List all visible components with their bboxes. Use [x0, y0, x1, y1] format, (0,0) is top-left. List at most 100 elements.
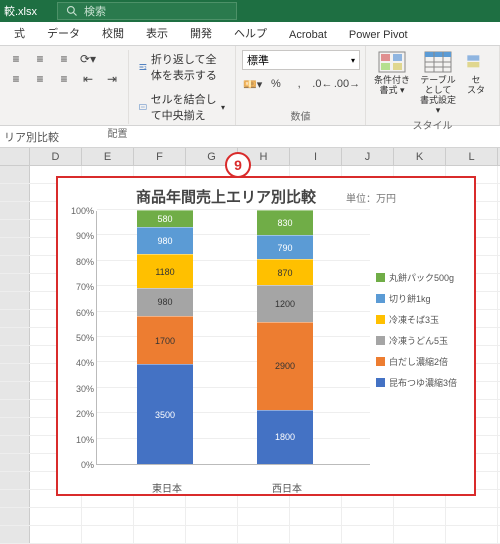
legend-item: 冷凍うどん5玉 [376, 334, 468, 347]
chart-plot-area: 東日本西日本 350017009801180980580180029001200… [96, 211, 370, 465]
conditional-format-button[interactable]: 条件付き 書式 ▾ [372, 50, 412, 116]
chevron-down-icon: ▾ [351, 56, 355, 65]
col-header[interactable]: L [446, 148, 498, 165]
align-right-button[interactable]: ≡ [54, 70, 74, 88]
ribbon-tabs: 式 データ 校閲 表示 開発 ヘルプ Acrobat Power Pivot [0, 22, 500, 46]
decrease-decimal-button[interactable]: .00→ [335, 74, 359, 94]
tab-acrobat[interactable]: Acrobat [279, 25, 337, 45]
align-left-button[interactable]: ≡ [6, 70, 26, 88]
format-as-table-button[interactable]: テーブルとして 書式設定 ▾ [418, 50, 458, 116]
indent-decrease-button[interactable]: ⇤ [78, 70, 98, 88]
chevron-down-icon: ▾ [221, 103, 225, 112]
chart-segment: 3500 [137, 364, 193, 464]
tab-help[interactable]: ヘルプ [224, 21, 277, 45]
align-bottom-button[interactable]: ≡ [54, 50, 74, 68]
styles-group: 条件付き 書式 ▾ テーブルとして 書式設定 ▾ セ スタ スタイル [366, 46, 500, 125]
chart-object[interactable]: 商品年間売上エリア別比較 単位：万円 0%10%20%30%40%50%60%7… [56, 176, 476, 496]
col-header[interactable]: D [30, 148, 82, 165]
ribbon: ≡ ≡ ≡ ≡ ≡ ≡ ⟳▾ ⇤ ⇥ [0, 46, 500, 126]
chart-segment: 2900 [257, 322, 313, 410]
search-placeholder: 検索 [84, 3, 106, 19]
legend-swatch [376, 315, 385, 324]
legend-item: 昆布つゆ濃縮3倍 [376, 376, 468, 389]
legend-item: 切り餅1kg [376, 292, 468, 305]
y-tick: 30% [76, 384, 94, 394]
legend-label: 冷凍そば3玉 [389, 313, 439, 326]
legend-swatch [376, 273, 385, 282]
y-tick: 0% [81, 460, 94, 470]
title-bar: 較.xlsx 検索 [0, 0, 500, 22]
comma-button[interactable]: , [289, 74, 310, 94]
legend-swatch [376, 294, 385, 303]
chart-bar: 350017009801180980580 [137, 210, 193, 464]
y-tick: 40% [76, 358, 94, 368]
y-tick: 70% [76, 282, 94, 292]
merge-center-button[interactable]: セルを結合して中央揃え ▾ [135, 90, 229, 124]
worksheet-grid[interactable]: 9 商品年間売上エリア別比較 単位：万円 0%10%20%30%40%50%60… [0, 166, 500, 542]
orientation-button[interactable]: ⟳▾ [78, 50, 98, 68]
align-top-button[interactable]: ≡ [6, 50, 26, 68]
number-group-label: 数値 [242, 107, 359, 124]
search-box[interactable]: 検索 [57, 2, 237, 20]
number-group: 標準 ▾ 💴▾ % , .0← .00→ 数値 [236, 46, 366, 125]
legend-item: 丸餅パック500g [376, 271, 468, 284]
col-header[interactable]: F [134, 148, 186, 165]
chart-segment: 1200 [257, 285, 313, 321]
chart-segment: 980 [137, 227, 193, 255]
chart-title: 商品年間売上エリア別比較 [136, 186, 316, 207]
tab-developer[interactable]: 開発 [180, 21, 222, 45]
col-header[interactable]: E [82, 148, 134, 165]
cell-styles-button[interactable]: セ スタ [464, 50, 488, 116]
file-name: 較.xlsx [4, 3, 57, 19]
align-middle-button[interactable]: ≡ [30, 50, 50, 68]
alignment-group: ≡ ≡ ≡ ≡ ≡ ≡ ⟳▾ ⇤ ⇥ [0, 46, 236, 125]
col-header[interactable]: K [394, 148, 446, 165]
chart-segment: 1800 [257, 410, 313, 464]
tab-powerpivot[interactable]: Power Pivot [339, 25, 418, 45]
y-tick: 60% [76, 308, 94, 318]
legend-item: 冷凍そば3玉 [376, 313, 468, 326]
tab-data[interactable]: データ [37, 21, 90, 45]
styles-group-label: スタイル [372, 116, 493, 133]
tab-view[interactable]: 表示 [136, 21, 178, 45]
x-category-label: 西日本 [247, 480, 327, 495]
legend-label: 切り餅1kg [389, 292, 431, 305]
y-tick: 50% [76, 333, 94, 343]
legend-swatch [376, 378, 385, 387]
chart-segment: 580 [137, 210, 193, 227]
align-center-button[interactable]: ≡ [30, 70, 50, 88]
chart-bar: 180029001200870790830 [257, 210, 313, 464]
legend-item: 白だし濃縮2倍 [376, 355, 468, 368]
chart-segment: 980 [137, 288, 193, 316]
col-header[interactable]: J [342, 148, 394, 165]
tab-review[interactable]: 校閲 [92, 21, 134, 45]
percent-button[interactable]: % [265, 74, 286, 94]
increase-decimal-button[interactable]: .0← [312, 74, 333, 94]
legend-label: 昆布つゆ濃縮3倍 [389, 376, 457, 389]
conditional-format-icon [377, 50, 407, 74]
merge-cells-icon [139, 100, 147, 114]
chart-segment: 830 [257, 210, 313, 235]
chart-legend: 丸餅パック500g 切り餅1kg 冷凍そば3玉冷凍うどん5玉白だし濃縮2倍昆布つゆ濃… [370, 211, 470, 481]
chart-segment: 790 [257, 235, 313, 259]
chart-segment: 870 [257, 259, 313, 285]
currency-button[interactable]: 💴▾ [242, 74, 263, 94]
cell-styles-icon [466, 50, 486, 74]
wrap-text-button[interactable]: 折り返して全体を表示する [135, 50, 229, 84]
y-tick: 20% [76, 409, 94, 419]
indent-increase-button[interactable]: ⇥ [102, 70, 122, 88]
col-header[interactable]: I [290, 148, 342, 165]
legend-label: 白だし濃縮2倍 [389, 355, 448, 368]
tab-formula[interactable]: 式 [4, 21, 35, 45]
chart-segment: 1180 [137, 254, 193, 288]
search-icon [66, 5, 78, 17]
chart-unit-label: 単位：万円 [346, 190, 396, 205]
x-category-label: 東日本 [127, 480, 207, 495]
wrap-text-icon [139, 60, 147, 74]
select-all-corner[interactable] [0, 148, 30, 165]
number-format-combo[interactable]: 標準 ▾ [242, 50, 360, 70]
table-icon [423, 50, 453, 74]
y-tick: 90% [76, 231, 94, 241]
legend-label: 冷凍うどん5玉 [389, 334, 448, 347]
y-tick: 100% [71, 206, 94, 216]
